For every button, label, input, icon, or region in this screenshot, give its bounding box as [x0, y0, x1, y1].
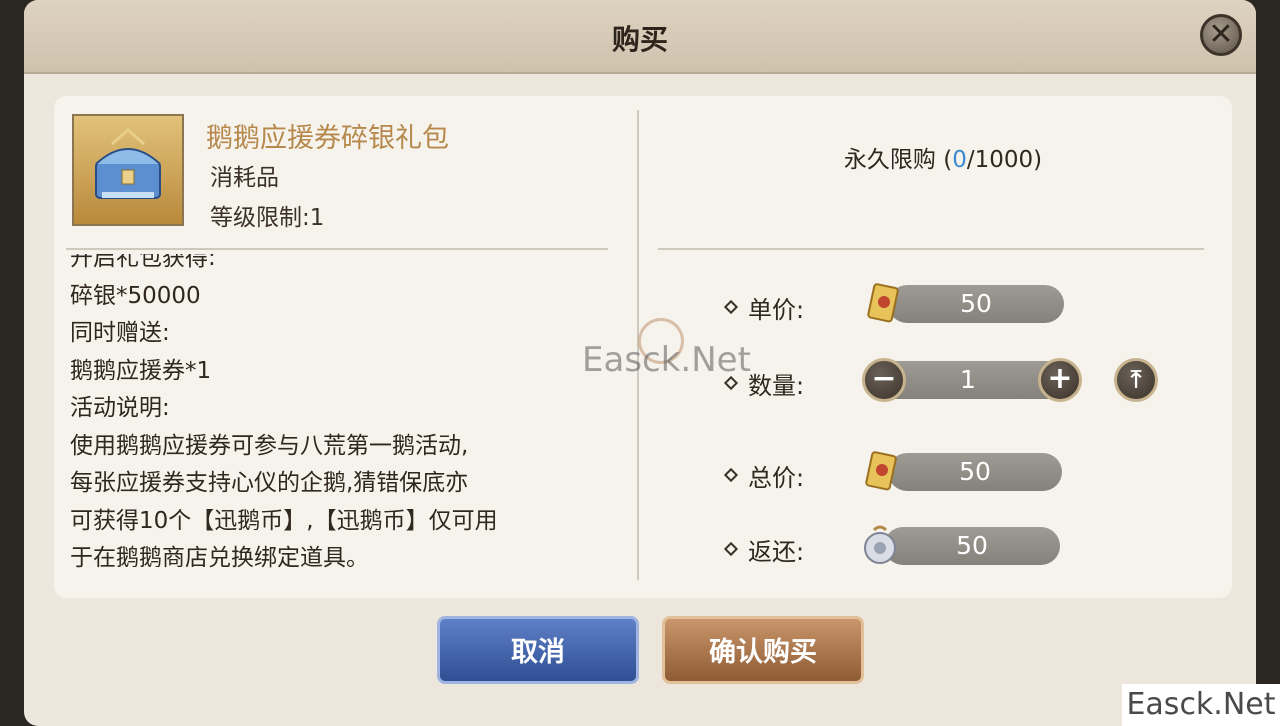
- quantity-label: 数量:: [748, 372, 805, 400]
- description-line: 开启礼包获得:: [70, 254, 216, 271]
- description-line: 活动说明:: [70, 395, 170, 421]
- currency-scroll-icon: [867, 283, 899, 323]
- close-icon[interactable]: ✕: [1200, 14, 1242, 56]
- treasure-chest-icon: [95, 128, 161, 199]
- description-line: 每张应援券支持心仪的企鹅,猜错保底亦: [70, 470, 469, 496]
- description-line: 鹅鹅应援券*1: [70, 357, 212, 384]
- minus-button[interactable]: −: [862, 358, 906, 402]
- currency-scroll-icon: [865, 451, 897, 491]
- purchase-limit-suffix: /1000): [966, 147, 1043, 173]
- total-price-label: 总价:: [748, 464, 805, 492]
- refund-label: 返还:: [748, 538, 805, 566]
- unit-price-label: 单价:: [748, 296, 805, 324]
- max-quantity-button[interactable]: ⤒: [1114, 358, 1158, 402]
- item-description-scroll[interactable]: 开启礼包获得: 碎银*50000 同时赠送: 鹅鹅应援券*1 活动说明: 使用鹅…: [70, 254, 610, 574]
- dialog-header: 购买 ✕: [24, 0, 1256, 74]
- item-name: 鹅鹅应援券碎银礼包: [206, 123, 449, 154]
- refund-value: 50: [884, 527, 1060, 565]
- purchase-limit-current: 0: [952, 147, 967, 173]
- item-type: 消耗品: [210, 165, 279, 191]
- dialog-title: 购买: [611, 23, 668, 56]
- total-price-value: 50: [888, 453, 1062, 491]
- description-line: 碎银*50000: [70, 282, 201, 309]
- description-text: 开启礼包获得: 碎银*50000 同时赠送: 鹅鹅应援券*1 活动说明: 使用鹅…: [70, 254, 498, 574]
- description-line: 使用鹅鹅应援券可参与八荒第一鹅活动,: [70, 432, 469, 459]
- divider: [658, 248, 1204, 250]
- description-line: 同时赠送:: [70, 320, 170, 346]
- cancel-button[interactable]: 取消: [437, 616, 639, 684]
- purchase-limit-prefix: 永久限购 (: [843, 147, 953, 173]
- item-thumbnail: [72, 114, 184, 226]
- plus-button[interactable]: +: [1038, 358, 1082, 402]
- description-line: 于在鹅鹅商店兑换绑定道具。: [70, 545, 369, 571]
- confirm-purchase-button[interactable]: 确认购买: [662, 616, 864, 684]
- purchase-dialog: 购买 ✕ 鹅鹅应援券碎银礼包 消耗品 等级限制:1 开启礼包获得: 碎银*500…: [24, 0, 1256, 726]
- watermark-text: Easck.Net: [582, 340, 751, 380]
- corner-watermark: Easck.Net: [1122, 684, 1280, 726]
- unit-price-value: 50: [888, 285, 1064, 323]
- item-level-limit: 等级限制:1: [210, 205, 325, 231]
- description-line: 可获得10个【迅鹅币】,【迅鹅币】仅可用: [70, 507, 498, 534]
- divider: [66, 248, 608, 250]
- silver-coin-icon: [864, 525, 896, 564]
- purchase-limit: 永久限购 (0/1000): [654, 140, 1232, 174]
